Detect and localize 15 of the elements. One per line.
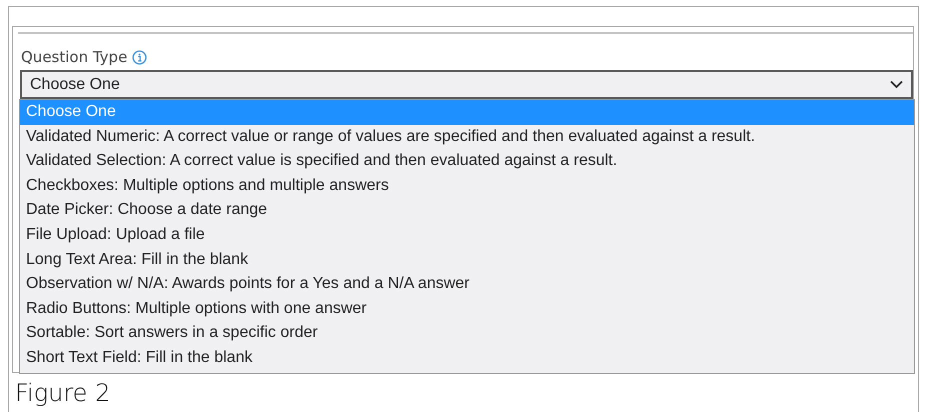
field-label: Question Type (21, 48, 128, 66)
dropdown-option[interactable]: Date Picker: Choose a date range (20, 198, 914, 223)
dropdown-option[interactable]: Sortable: Sort answers in a specific order (20, 321, 914, 346)
dropdown-option[interactable]: Long Text Area: Fill in the blank (20, 248, 914, 272)
question-type-select[interactable]: Choose One (20, 70, 913, 99)
dropdown-option[interactable]: Observation w/ N/A: Awards points for a Yes and a N/A answer (20, 272, 914, 297)
dropdown-option[interactable]: Short Text Field: Fill in the blank (20, 346, 914, 371)
info-icon[interactable] (132, 50, 148, 64)
dropdown-option[interactable]: Radio Buttons: Multiple options with one answer (20, 296, 914, 322)
chevron-down-icon (890, 80, 903, 89)
dropdown-option[interactable]: Validated Numeric: A correct value or range of values are specified and then evaluated against a result. (20, 124, 914, 150)
dropdown-option[interactable]: File Upload: Upload a file (20, 222, 914, 248)
dropdown-option[interactable]: Validated Selection: A correct value is specified and then evaluated against a result. (20, 149, 914, 174)
dropdown-option[interactable]: Checkboxes: Multiple options and multiple answers (20, 174, 914, 198)
figure-caption: Figure 2 (15, 379, 112, 407)
